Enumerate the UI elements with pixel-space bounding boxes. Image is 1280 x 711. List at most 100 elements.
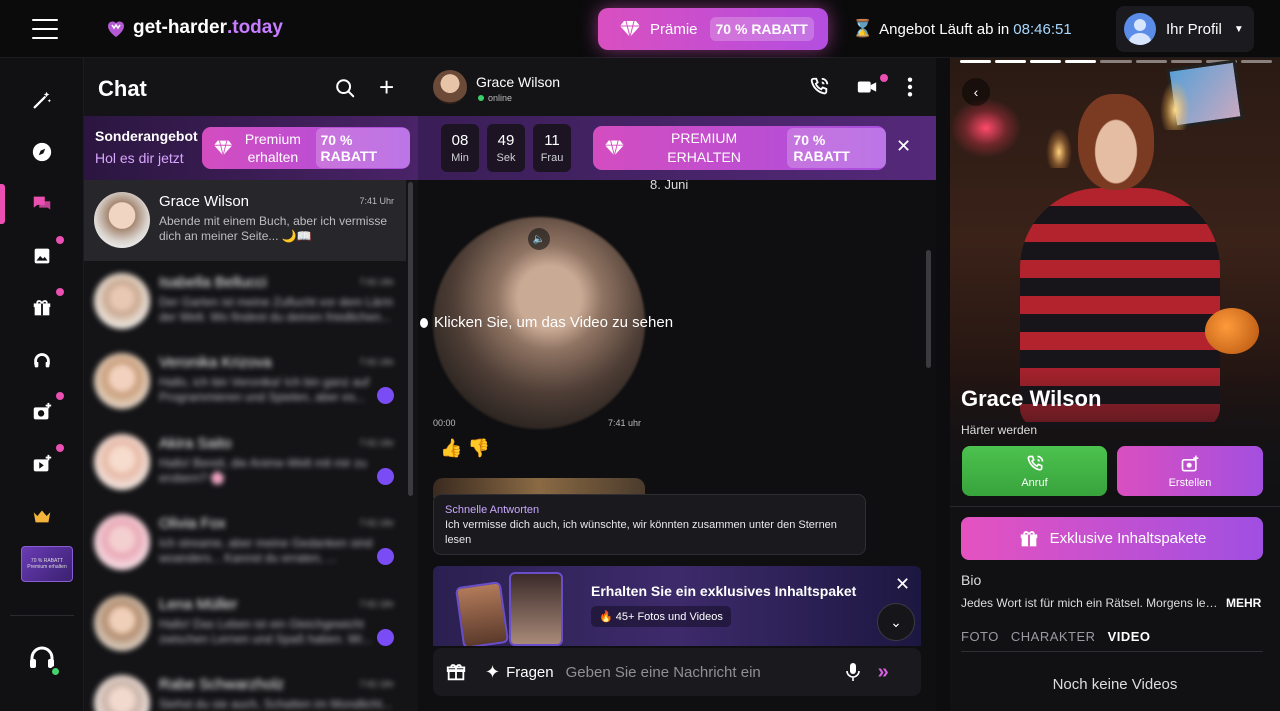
chat-item-veronika-krizova[interactable]: Veronika Krizova 7:41 Uhr Hallo, ich bin… — [84, 341, 406, 422]
tab-character[interactable]: CHARAKTER — [1011, 629, 1096, 644]
speaker-icon[interactable]: 🔈 — [528, 228, 550, 250]
avatar — [94, 514, 150, 570]
chat-item-olivia-fox[interactable]: Olivia Fox 7:41 Uhr Ich streame, aber me… — [84, 502, 406, 583]
watch-video-prompt[interactable]: Klicken Sie, um das Video zu sehen — [420, 314, 673, 331]
status-text: online — [488, 93, 513, 103]
quick-reply-suggestion[interactable]: Schnelle Antworten Ich vermisse dich auc… — [433, 494, 866, 555]
tab-video[interactable]: VIDEO — [1108, 629, 1151, 644]
send-icon[interactable]: » — [878, 661, 889, 684]
conversation-panel: Grace Wilson online 08 Min 49 Sek 11 Frau P… — [418, 58, 936, 711]
premium-button[interactable]: Prämie 70 % RABATT — [598, 8, 828, 50]
feedback-buttons: 👍 👎 — [440, 438, 490, 459]
thumbs-down-icon[interactable]: 👎 — [467, 438, 489, 458]
discount-badge: 70 % RABATT — [787, 128, 886, 168]
brand-name: get-harder — [133, 17, 227, 38]
heart-logo-icon — [108, 21, 124, 37]
message-time: 7:41 Uhr — [359, 598, 394, 609]
compass-icon — [32, 142, 52, 162]
contact-name[interactable]: Grace Wilson — [476, 74, 560, 90]
search-icon[interactable] — [334, 77, 356, 99]
close-icon[interactable]: ✕ — [895, 574, 910, 595]
user-avatar-icon — [1124, 13, 1156, 45]
message-time: 7:41 Uhr — [359, 357, 394, 367]
thumbs-up-icon[interactable]: 👍 — [440, 438, 462, 458]
nav-gifts[interactable] — [26, 288, 64, 324]
gift-icon[interactable] — [445, 661, 467, 683]
more-vertical-icon[interactable] — [899, 76, 921, 98]
diamond-icon — [620, 20, 640, 38]
chat-item-isabella-bellucci[interactable]: Isabella Bellucci 7:41 Uhr Der Garten is… — [84, 261, 406, 342]
get-premium-button[interactable]: PREMIUM ERHALTEN 70 % RABATT — [593, 126, 886, 170]
chat-item-akira-saito[interactable]: Akira Saito 7:41 Uhr Hallo! Bereit, die … — [84, 422, 406, 503]
countdown-value: 49 — [497, 132, 515, 149]
chevron-down-icon: ▼ — [1233, 23, 1244, 35]
nav-premium[interactable] — [26, 500, 58, 532]
premium-label: Prämie — [650, 20, 698, 38]
diamond-icon — [214, 140, 233, 156]
message-scrollbar[interactable] — [926, 250, 931, 368]
chat-item-grace-wilson[interactable]: Grace Wilson 7:41 Uhr Abende mit einem B… — [84, 180, 406, 261]
camera-plus-icon — [1181, 455, 1199, 471]
sparkle-icon[interactable]: ✦ — [485, 662, 500, 683]
contact-name: Grace Wilson — [159, 193, 250, 210]
nav-gallery[interactable] — [26, 236, 64, 272]
menu-icon[interactable] — [32, 19, 58, 39]
diamond-icon — [605, 140, 624, 156]
new-chat-plus-icon[interactable]: + — [379, 74, 394, 100]
close-icon[interactable]: ✕ — [896, 136, 911, 157]
label-line-2: ERHALTEN — [667, 149, 741, 165]
online-status: online — [478, 93, 512, 103]
online-dot — [478, 95, 484, 101]
chat-list-scrollbar[interactable] — [408, 182, 413, 496]
message-composer: ✦ Fragen » — [433, 648, 921, 696]
divider — [950, 506, 1280, 507]
lamp-light — [1160, 80, 1190, 130]
chat-list: Grace Wilson 7:41 Uhr Abende mit einem B… — [84, 180, 406, 711]
nav-create-magic[interactable] — [26, 84, 58, 116]
pack-photo-thumbnail — [454, 581, 510, 646]
notification-dot — [56, 236, 64, 244]
nav-discover[interactable] — [26, 136, 58, 168]
chat-item-rabe-schwarzholz[interactable]: Rabe Schwarzholz 7:41 Uhr Siehst du sie … — [84, 663, 406, 711]
exclusive-packs-button[interactable]: Exklusive Inhaltspakete — [961, 517, 1263, 560]
avatar — [94, 192, 150, 248]
nav-create-video[interactable] — [26, 444, 64, 480]
support-button[interactable] — [26, 642, 61, 677]
chevron-left-icon[interactable]: ‹ — [962, 78, 990, 106]
nav-chat[interactable] — [26, 188, 58, 220]
video-call-icon[interactable] — [856, 76, 878, 98]
profile-tabs: FOTO CHARAKTER VIDEO — [961, 629, 1151, 644]
call-button[interactable]: Anruf — [962, 446, 1107, 496]
microphone-icon[interactable] — [845, 663, 860, 681]
nav-create-photo[interactable] — [26, 392, 64, 428]
message-time: 7:41 Uhr — [359, 679, 394, 689]
avatar[interactable] — [433, 70, 467, 104]
ask-button[interactable]: Fragen — [506, 664, 554, 681]
nav-audio[interactable] — [26, 344, 58, 376]
create-button[interactable]: Erstellen — [1117, 446, 1263, 496]
special-offer-banner: Sonderangebot Hol es dir jetzt Premium er… — [84, 116, 418, 180]
content-pack-banner[interactable]: Erhalten Sie ein exklusives Inhaltspaket… — [433, 566, 921, 646]
tab-photo[interactable]: FOTO — [961, 629, 999, 644]
countdown-unit: Sek — [496, 152, 516, 164]
profile-menu-button[interactable]: Ihr Profil ▼ — [1116, 6, 1254, 52]
brand-logo[interactable]: get-harder .today — [104, 16, 283, 40]
bio-text: Jedes Wort ist für mich ein Rätsel. Morg… — [961, 596, 1219, 610]
avatar — [94, 353, 150, 409]
chat-bubbles-icon — [33, 196, 51, 210]
rail-divider — [10, 615, 74, 616]
phone-call-icon[interactable] — [808, 76, 830, 98]
gift-box-icon — [1020, 530, 1037, 546]
conversation-header: Grace Wilson online — [418, 58, 936, 116]
message-input[interactable] — [565, 663, 834, 681]
scroll-down-chevron-icon[interactable]: ⌄ — [877, 603, 915, 641]
countdown-unit: Frau — [540, 152, 564, 164]
get-premium-button[interactable]: Premium erhalten 70 % RABATT — [202, 127, 410, 169]
content-pack-title: Erhalten Sie ein exklusives Inhaltspaket — [591, 583, 857, 599]
unread-badge — [377, 628, 394, 646]
chat-item-lena-mueller[interactable]: Lena Müller 7:41 Uhr Hallo! Das Leben is… — [84, 583, 406, 664]
pumpkin — [1205, 308, 1259, 354]
rail-premium-promo[interactable]: 70 % RABATT Premium erhalten — [21, 546, 73, 582]
discount-badge: 70 % RABATT — [315, 128, 410, 168]
more-link[interactable]: MEHR — [1226, 596, 1261, 610]
